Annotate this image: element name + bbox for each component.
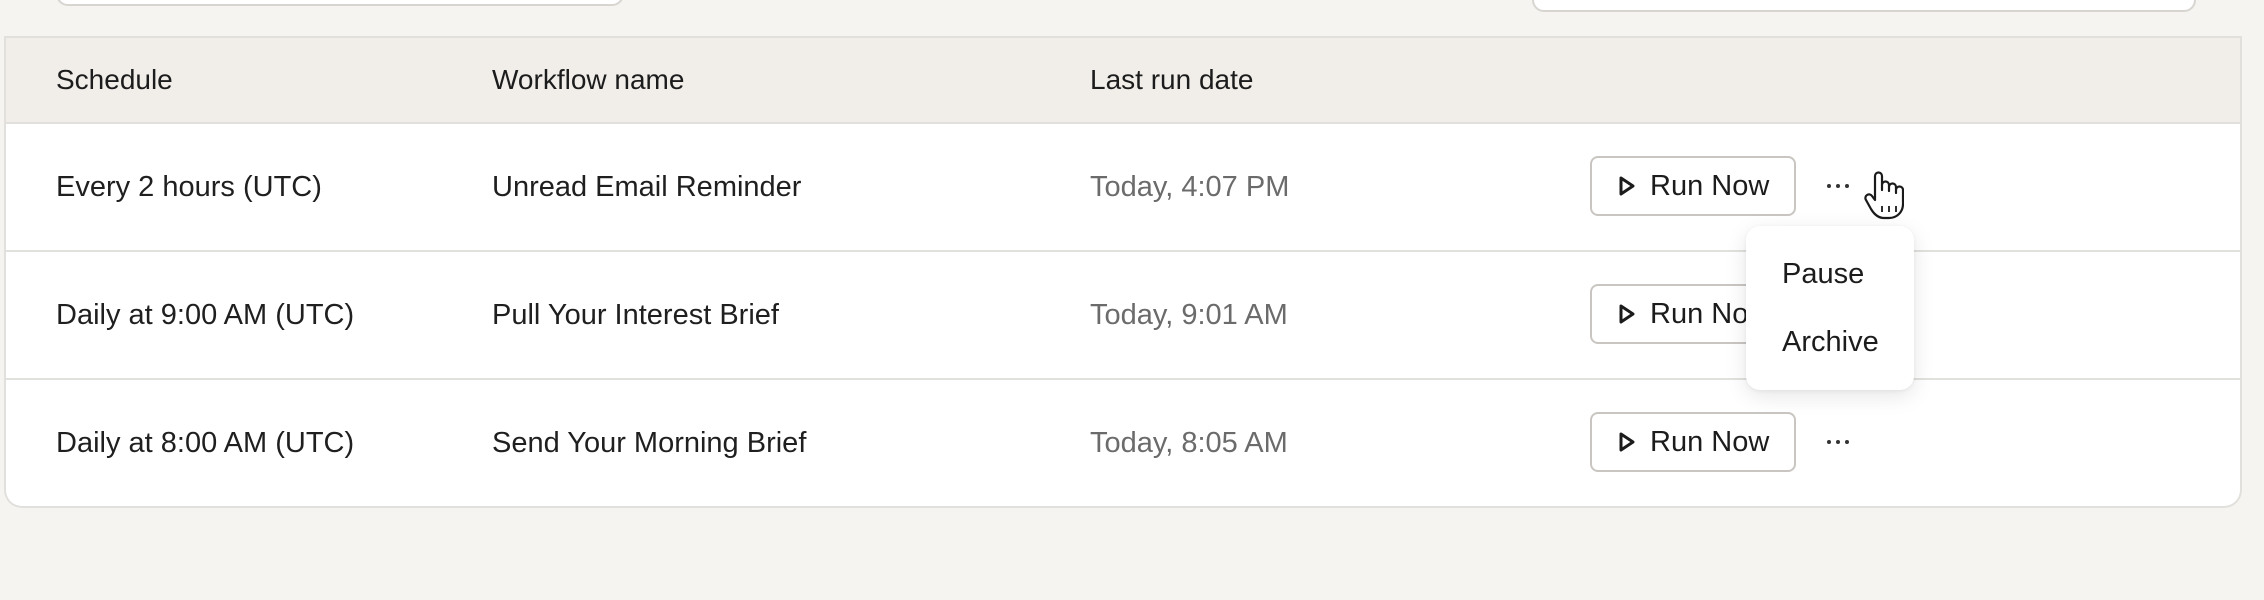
- ellipsis-icon: [1827, 440, 1831, 444]
- schedule-cell: Every 2 hours (UTC): [56, 171, 322, 203]
- workflow-name-cell[interactable]: Pull Your Interest Brief: [492, 252, 779, 378]
- play-icon: [1619, 176, 1635, 196]
- run-now-label: Run Now: [1650, 169, 1770, 202]
- header-schedule: Schedule: [56, 64, 173, 95]
- run-now-button[interactable]: Run Now: [1590, 156, 1796, 216]
- play-icon: [1619, 304, 1635, 324]
- schedule-cell: Daily at 9:00 AM (UTC): [56, 299, 355, 331]
- last-run-cell: Today, 9:01 AM: [1090, 299, 1288, 331]
- run-now-button[interactable]: Run Now: [1590, 412, 1796, 472]
- table-header: Schedule Workflow name Last run date: [6, 36, 2240, 124]
- menu-item-archive[interactable]: Archive: [1782, 326, 1879, 359]
- table-row: Daily at 8:00 AM (UTC) Send Your Morning…: [6, 380, 2240, 508]
- more-actions-button[interactable]: [1818, 166, 1858, 206]
- row-actions-menu: Pause Archive: [1746, 226, 1914, 390]
- more-actions-button[interactable]: [1818, 422, 1858, 462]
- play-icon: [1619, 432, 1635, 452]
- last-run-cell: Today, 8:05 AM: [1090, 427, 1288, 459]
- hand-pointer-cursor-icon: [1864, 171, 1904, 220]
- search-field[interactable]: [1532, 0, 2196, 12]
- run-now-label: Run Now: [1650, 425, 1770, 458]
- menu-item-pause[interactable]: Pause: [1782, 258, 1864, 291]
- schedule-cell: Daily at 8:00 AM (UTC): [56, 427, 355, 459]
- ellipsis-icon: [1827, 184, 1831, 188]
- filter-field[interactable]: [56, 0, 624, 6]
- last-run-cell: Today, 4:07 PM: [1090, 171, 1290, 203]
- workflow-name-cell[interactable]: Send Your Morning Brief: [492, 380, 806, 506]
- header-last-run-date: Last run date: [1090, 64, 1254, 95]
- header-workflow-name: Workflow name: [492, 64, 685, 95]
- workflow-name-cell[interactable]: Unread Email Reminder: [492, 124, 801, 250]
